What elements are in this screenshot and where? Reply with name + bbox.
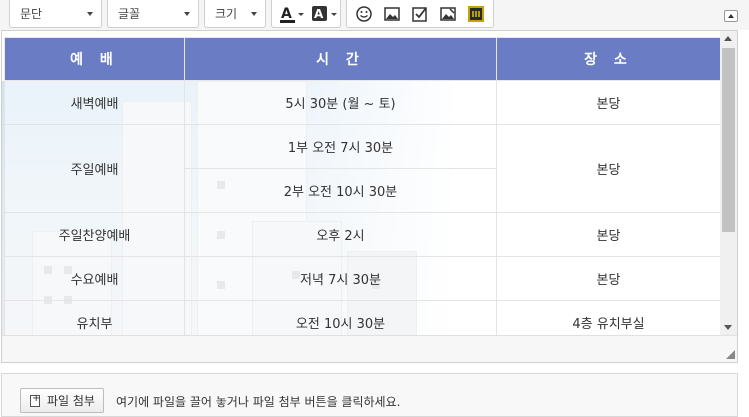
worship-schedule-table: 예 배 시 간 장 소 새벽예배 5시 30분 (월 ~ 토) 본당 주일예배 … (4, 37, 721, 335)
attach-button-label: 파일 첨부 (47, 394, 95, 408)
checkbox-button[interactable] (410, 4, 430, 24)
paragraph-select[interactable]: 문단 (9, 0, 102, 28)
worship-time: 2부 오전 10시 30분 (184, 168, 497, 213)
resize-grip-icon[interactable] (726, 350, 735, 359)
worship-name: 유치부 (4, 300, 185, 335)
worship-place: 4층 유치부실 (496, 300, 721, 335)
attach-file-button[interactable]: 파일 첨부 (20, 388, 104, 413)
caret-down-icon (87, 12, 93, 16)
worship-place: 본당 (496, 256, 721, 301)
table-row: 주일예배 1부 오전 7시 30분 본당 (4, 124, 721, 213)
insert-group (346, 0, 494, 28)
file-add-icon (30, 393, 40, 407)
worship-time: 5시 30분 (월 ~ 토) (184, 80, 497, 125)
font-select[interactable]: 글꼴 (107, 0, 199, 28)
photo-edit-button[interactable] (438, 4, 458, 24)
scroll-up-icon[interactable] (724, 36, 732, 41)
image-button[interactable] (382, 4, 402, 24)
video-icon (468, 6, 484, 22)
editor-toolbar: 문단 글꼴 크기 A A (0, 0, 749, 30)
paragraph-select-label: 문단 (20, 7, 43, 21)
emoticon-icon (356, 6, 372, 22)
table-row: 주일찬양예배 오후 2시 본당 (4, 212, 721, 257)
table-row: 새벽예배 5시 30분 (월 ~ 토) 본당 (4, 80, 721, 125)
worship-time: 오후 2시 (184, 212, 497, 257)
font-color-glyph: A (281, 6, 292, 22)
background-color-glyph: A (314, 7, 324, 21)
worship-time: 오전 10시 30분 (184, 300, 497, 335)
table-row: 수요예배 저녁 7시 30분 본당 (4, 256, 721, 301)
table-row: 유치부 오전 10시 30분 4층 유치부실 (4, 300, 721, 335)
table-header-row: 예 배 시 간 장 소 (4, 37, 721, 81)
photo-edit-icon (440, 7, 456, 21)
scrollbar-thumb[interactable] (722, 48, 735, 232)
font-select-label: 글꼴 (118, 7, 141, 21)
worship-time: 저녁 7시 30분 (184, 256, 497, 301)
caret-down-icon (184, 12, 190, 16)
worship-place: 본당 (496, 80, 721, 125)
image-icon (384, 7, 400, 21)
caret-down-icon (251, 12, 257, 16)
worship-place: 본당 (496, 124, 721, 213)
attach-hint-text: 여기에 파일을 끌어 놓거나 파일 첨부 버튼을 클릭하세요. (116, 395, 401, 409)
worship-name: 새벽예배 (4, 80, 185, 125)
font-color-button[interactable]: A (279, 4, 305, 24)
header-time: 시 간 (184, 37, 497, 81)
vertical-scrollbar[interactable] (720, 31, 737, 335)
header-worship: 예 배 (4, 37, 185, 81)
emoticon-button[interactable] (354, 4, 374, 24)
worship-name: 수요예배 (4, 256, 185, 301)
worship-name: 주일예배 (4, 124, 185, 213)
collapse-toolbar-icon[interactable] (724, 10, 738, 22)
checkbox-icon (412, 7, 427, 22)
font-color-icon: A (280, 6, 304, 23)
background-color-icon: A (312, 6, 337, 21)
editor-statusbar (2, 335, 737, 362)
editor-area[interactable]: 예 배 시 간 장 소 새벽예배 5시 30분 (월 ~ 토) 본당 주일예배 … (1, 30, 738, 363)
header-place: 장 소 (496, 37, 721, 81)
scroll-down-icon[interactable] (724, 325, 732, 330)
color-group: A A (271, 0, 341, 28)
editor-content[interactable]: 예 배 시 간 장 소 새벽예배 5시 30분 (월 ~ 토) 본당 주일예배 … (2, 31, 721, 335)
video-button[interactable] (466, 4, 486, 24)
worship-time: 1부 오전 7시 30분 (184, 124, 497, 169)
size-select[interactable]: 크기 (204, 0, 266, 28)
file-attach-area[interactable]: 파일 첨부 여기에 파일을 끌어 놓거나 파일 첨부 버튼을 클릭하세요. (1, 373, 738, 417)
background-color-button[interactable]: A (311, 4, 339, 24)
worship-place: 본당 (496, 212, 721, 257)
worship-name: 주일찬양예배 (4, 212, 185, 257)
size-select-label: 크기 (215, 7, 238, 21)
